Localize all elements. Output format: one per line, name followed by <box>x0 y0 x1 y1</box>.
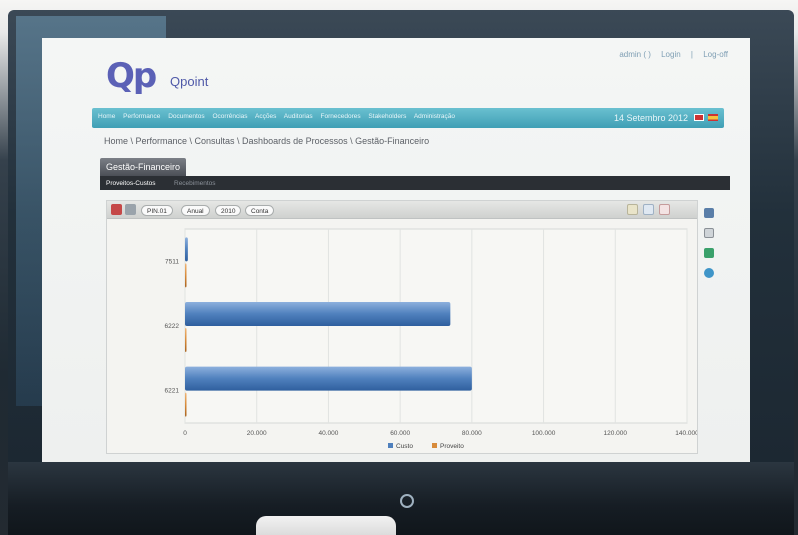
x-tick-label: 100.000 <box>532 430 556 437</box>
info-icon[interactable] <box>704 268 714 278</box>
bar-proveito-6221 <box>185 392 187 417</box>
y-tick-label: 6221 <box>165 388 180 395</box>
crumb-pin[interactable]: PIN.01 <box>141 205 173 216</box>
crumb-conta[interactable]: Conta <box>245 205 275 216</box>
database-icon[interactable] <box>704 208 714 218</box>
back-icon[interactable] <box>111 204 122 215</box>
nav-item-stakeholders[interactable]: Stakeholders <box>368 113 406 120</box>
x-tick-label: 20.000 <box>247 430 267 437</box>
bar-custo-6222 <box>185 302 451 326</box>
app-screen: admin ( ) Login | Log-off Qp Qpoint Home… <box>42 38 750 462</box>
x-tick-label: 140.000 <box>675 430 697 437</box>
y-tick-labels: 7511 6222 6221 <box>165 258 180 394</box>
flag-es-icon[interactable] <box>708 114 718 121</box>
bar-custo-6221 <box>185 366 472 391</box>
y-tick-label: 6222 <box>165 323 180 330</box>
bar-proveito-7511 <box>185 263 187 288</box>
nav-item-performance[interactable]: Performance <box>123 113 160 120</box>
crumb-year[interactable]: 2010 <box>215 205 242 216</box>
x-tick-label: 0 <box>183 430 187 437</box>
legend-swatch-custo <box>388 443 393 448</box>
section-tab[interactable]: Gestão-Financeiro <box>100 158 187 176</box>
app-name: Qpoint <box>170 74 209 89</box>
legend-label-proveito: Proveito <box>440 443 464 450</box>
power-icon[interactable] <box>400 494 414 508</box>
nav-items: Home Performance Documentos Ocorrências … <box>98 113 461 120</box>
x-tick-label: 60.000 <box>390 430 410 437</box>
breadcrumb: Home \ Performance \ Consultas \ Dashboa… <box>104 136 430 146</box>
flag-en-icon[interactable] <box>694 114 704 121</box>
forward-icon[interactable] <box>125 204 136 215</box>
nav-item-auditorias[interactable]: Auditorias <box>284 113 313 120</box>
x-tick-labels: 0 20.000 40.000 60.000 80.000 100.000 120.000 1… <box>183 430 697 437</box>
subtab-bar: Proveitos-Custos Recebimentos <box>100 176 730 190</box>
nav-item-ocorrencias[interactable]: Ocorrências <box>213 113 248 120</box>
current-date: 14 Setembro 2012 <box>613 113 688 123</box>
nav-item-administracao[interactable]: Administração <box>414 113 455 120</box>
print-icon[interactable] <box>627 204 638 215</box>
crumb-anual[interactable]: Anual <box>181 205 210 216</box>
chart-toolbar: PIN.01 Anual 2010 Conta <box>107 201 697 219</box>
bar-custo-7511 <box>185 237 188 262</box>
x-tick-label: 40.000 <box>318 430 338 437</box>
nav-item-accoes[interactable]: Acções <box>255 113 276 120</box>
y-tick-label: 7511 <box>165 258 179 265</box>
nav-item-home[interactable]: Home <box>98 113 115 120</box>
login-link[interactable]: Login <box>661 50 681 59</box>
top-links-separator: | <box>690 50 693 59</box>
side-toolbar <box>704 208 716 288</box>
legend-swatch-proveito <box>432 443 437 448</box>
x-tick-label: 80.000 <box>462 430 482 437</box>
subtab-recebimentos[interactable]: Recebimentos <box>174 180 216 187</box>
main-nav: Home Performance Documentos Ocorrências … <box>92 108 724 128</box>
chart-panel: PIN.01 Anual 2010 Conta 7511 6222 6221 0… <box>106 200 698 454</box>
nav-item-documentos[interactable]: Documentos <box>168 113 205 120</box>
user-link[interactable]: admin ( ) <box>619 50 651 59</box>
top-links: admin ( ) Login | Log-off <box>615 50 732 59</box>
legend-label-custo: Custo <box>396 443 413 450</box>
subtab-proveitos-custos[interactable]: Proveitos-Custos <box>106 180 156 187</box>
bar-chart: 7511 6222 6221 0 20.000 40.000 60.000 80.000 10… <box>165 228 697 450</box>
logo-mark[interactable]: Qp <box>106 56 157 96</box>
nav-item-fornecedores[interactable]: Fornecedores <box>321 113 361 120</box>
monitor-stand <box>256 516 396 535</box>
export-icon[interactable] <box>643 204 654 215</box>
chart-legend: Custo Proveito <box>388 443 464 450</box>
table-icon[interactable] <box>704 228 714 238</box>
logoff-link[interactable]: Log-off <box>703 50 728 59</box>
x-tick-label: 120.000 <box>604 430 628 437</box>
bar-proveito-6222 <box>185 328 187 352</box>
spreadsheet-icon[interactable] <box>704 248 714 258</box>
pdf-icon[interactable] <box>659 204 670 215</box>
